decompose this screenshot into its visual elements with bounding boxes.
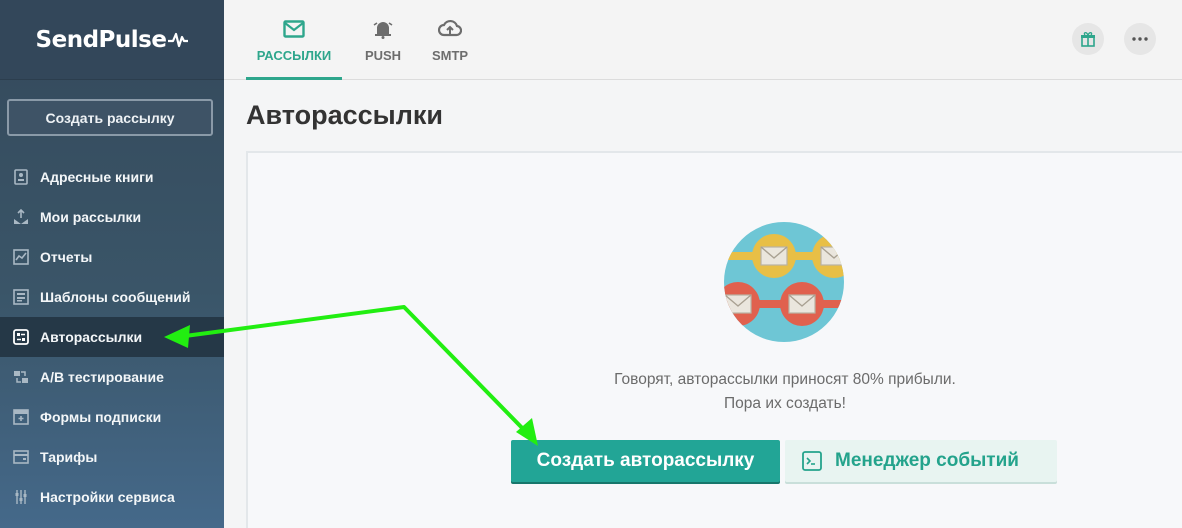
sidebar-item-templates[interactable]: Шаблоны сообщений [0,277,224,317]
address-book-icon [12,168,30,186]
sidebar-item-label: Настройки сервиса [40,489,175,505]
form-icon [12,408,30,426]
top-bar: РАССЫЛКИ PUSH SMTP [224,0,1182,80]
sidebar-item-label: A/B тестирование [40,369,164,385]
terminal-icon [801,450,823,472]
wallet-icon [12,448,30,466]
sidebar-item-reports[interactable]: Отчеты [0,237,224,277]
message-line-2: Пора их создать! [724,395,846,412]
mail-send-icon [12,208,30,226]
sidebar-item-my-campaigns[interactable]: Мои рассылки [0,197,224,237]
cloud-upload-icon [438,18,462,40]
tab-label: PUSH [364,47,402,63]
sidebar: SendPulse Создать рассылку Адресные книг… [0,0,224,528]
sidebar-item-label: Адресные книги [40,169,154,185]
sidebar-item-subscription-forms[interactable]: Формы подписки [0,397,224,437]
sidebar-item-service-settings[interactable]: Настройки сервиса [0,477,224,517]
sidebar-item-label: Тарифы [40,449,98,465]
autoresponder-illustration [724,222,844,342]
create-campaign-button[interactable]: Создать рассылку [7,99,213,136]
page-title: Авторассылки [246,100,443,130]
logo[interactable]: SendPulse [0,0,224,80]
chart-icon [12,248,30,266]
event-manager-label: Менеджер событий [835,450,1019,471]
more-button[interactable] [1124,23,1156,55]
empty-state-message: Говорят, авторассылки приносят 80% прибы… [530,368,1040,416]
brand-name: SendPulse [35,26,167,53]
sidebar-item-label: Мои рассылки [40,209,142,225]
sidebar-nav: Адресные книги Мои рассылки Отчеты Шабло… [0,157,224,517]
template-icon [12,288,30,306]
bell-icon [372,18,394,40]
pulse-icon [168,32,189,47]
ab-test-icon [12,368,30,386]
gift-button[interactable] [1072,23,1104,55]
sidebar-item-ab-testing[interactable]: A/B тестирование [0,357,224,397]
automation-icon [12,328,30,346]
tab-label: SMTP [431,47,469,63]
sidebar-item-label: Формы подписки [40,409,162,425]
mail-icon [283,18,305,40]
tab-campaigns[interactable]: РАССЫЛКИ [246,0,342,80]
message-line-1: Говорят, авторассылки приносят 80% прибы… [614,371,956,388]
tab-smtp[interactable]: SMTP [424,0,476,80]
sidebar-item-label: Авторассылки [40,329,143,345]
tab-push[interactable]: PUSH [358,0,408,80]
gift-icon [1081,32,1095,47]
sidebar-item-pricing[interactable]: Тарифы [0,437,224,477]
tab-label: РАССЫЛКИ [256,47,332,63]
sidebar-item-label: Отчеты [40,249,93,265]
sidebar-item-autoresponders[interactable]: Авторассылки [0,317,224,357]
sidebar-item-label: Шаблоны сообщений [40,289,191,305]
event-manager-button[interactable]: Менеджер событий [785,440,1057,482]
more-dots-icon [1132,37,1148,41]
settings-sliders-icon [12,488,30,506]
create-autoresponder-button[interactable]: Создать авторассылку [511,440,780,482]
sidebar-item-address-books[interactable]: Адресные книги [0,157,224,197]
